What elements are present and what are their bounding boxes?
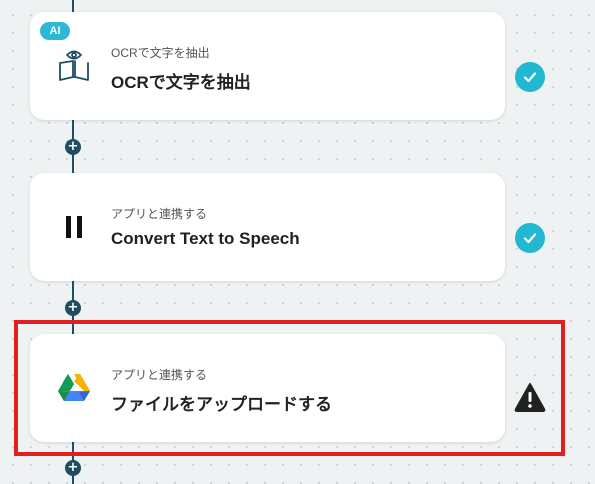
highlight-box — [14, 320, 565, 456]
step-title: Convert Text to Speech — [111, 229, 300, 248]
ai-badge: AI — [40, 22, 70, 40]
step-subtitle: OCRで文字を抽出 — [111, 46, 210, 60]
check-circle-icon — [515, 223, 545, 253]
step-card-ocr[interactable]: OCRで文字を抽出 OCRで文字を抽出 — [30, 12, 505, 120]
book-eye-icon — [56, 48, 92, 84]
step-subtitle: アプリと連携する — [111, 207, 208, 221]
pause-bars-icon — [56, 209, 92, 245]
step-title: OCRで文字を抽出 — [111, 73, 251, 92]
step-card-convert-text-to-speech[interactable]: アプリと連携する Convert Text to Speech — [30, 173, 505, 281]
add-step-button[interactable]: + — [65, 460, 81, 476]
add-step-button[interactable]: + — [65, 300, 81, 316]
add-step-button[interactable]: + — [65, 139, 81, 155]
check-circle-icon — [515, 62, 545, 92]
